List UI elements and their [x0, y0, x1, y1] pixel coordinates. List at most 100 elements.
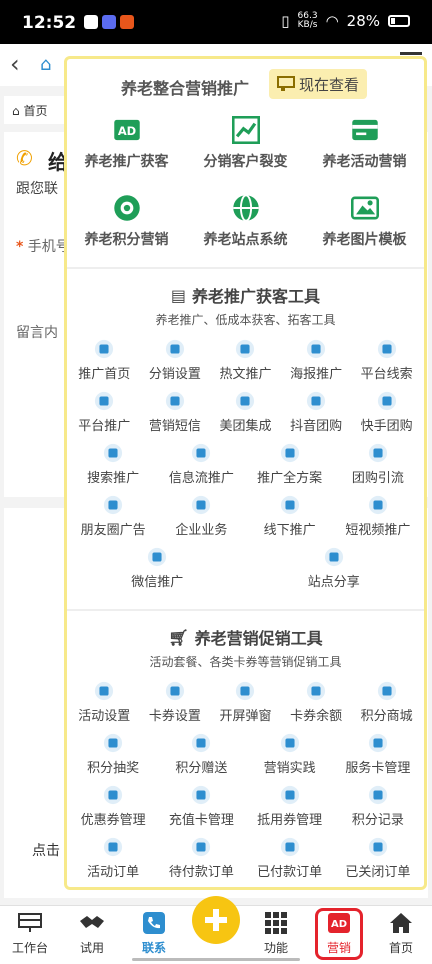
- tools-item-10[interactable]: 搜索推广: [69, 438, 157, 490]
- top-item-3[interactable]: 养老积分营销: [67, 193, 186, 249]
- tool-label: 开屏弹窗: [219, 709, 272, 724]
- tool-icon: [323, 546, 345, 568]
- promo-item-9[interactable]: 优惠券管理: [69, 780, 157, 832]
- promo-item-5[interactable]: 积分抽奖: [69, 728, 157, 780]
- tools-item-15[interactable]: 企业业务: [157, 490, 245, 542]
- promo-item-10[interactable]: 充值卡管理: [157, 780, 245, 832]
- nav-contact[interactable]: 联系: [124, 911, 184, 956]
- top-item-label: 分销客户裂变: [203, 154, 288, 170]
- promo-item-12[interactable]: 积分记录: [334, 780, 422, 832]
- tools-item-6[interactable]: 营销短信: [140, 386, 211, 438]
- promo-title: 养老营销促销工具: [194, 629, 323, 648]
- tools-item-4[interactable]: 平台线索: [351, 334, 422, 386]
- nav-home[interactable]: 首页: [371, 911, 431, 956]
- tools-item-2[interactable]: 热文推广: [210, 334, 281, 386]
- promo-item-4[interactable]: 积分商城: [351, 676, 422, 728]
- tools-item-9[interactable]: 快手团购: [351, 386, 422, 438]
- top-item-1[interactable]: 分销客户裂变: [186, 115, 305, 171]
- tools-item-17[interactable]: 短视频推广: [334, 490, 422, 542]
- gesture-handle: [132, 958, 300, 961]
- tool-label: 抵用券管理: [257, 813, 323, 828]
- nav-workbench-label: 工作台: [11, 941, 48, 955]
- tool-icon: [367, 836, 389, 858]
- tool-icon: [367, 494, 389, 516]
- promo-item-16[interactable]: 已关闭订单: [334, 832, 422, 884]
- tool-icon: [305, 680, 327, 702]
- top-item-2[interactable]: 养老活动营销: [305, 115, 424, 171]
- tools-item-13[interactable]: 团购引流: [334, 438, 422, 490]
- promo-item-2[interactable]: 开屏弹窗: [210, 676, 281, 728]
- tool-label: 待付款订单: [168, 865, 234, 880]
- view-now-button[interactable]: 现在查看: [269, 69, 367, 99]
- tools-item-14[interactable]: 朋友圈广告: [69, 490, 157, 542]
- tool-label: 美团集成: [219, 419, 272, 434]
- tool-label: 线下推广: [263, 523, 316, 538]
- phone-square-icon: [143, 911, 165, 935]
- top-item-5[interactable]: 养老图片模板: [305, 193, 424, 249]
- tool-label: 活动设置: [78, 709, 131, 724]
- tools-item-3[interactable]: 海报推广: [281, 334, 352, 386]
- phone-icon: ✆: [16, 146, 33, 170]
- tool-icon: [164, 680, 186, 702]
- tools-item-7[interactable]: 美团集成: [210, 386, 281, 438]
- tool-label: 充值卡管理: [168, 813, 234, 828]
- tool-label: 平台线索: [360, 367, 413, 382]
- top-item-0[interactable]: AD 养老推广获客: [67, 115, 186, 171]
- tools-item-8[interactable]: 抖音团购: [281, 386, 352, 438]
- tools-item-5[interactable]: 平台推广: [69, 386, 140, 438]
- tools-item-1[interactable]: 分销设置: [140, 334, 211, 386]
- marketing-highlight-box: [315, 908, 363, 960]
- app-notification-icon: [102, 15, 116, 29]
- tool-label: 推广全方案: [257, 471, 323, 486]
- tool-label: 积分商城: [360, 709, 413, 724]
- tool-label: 团购引流: [351, 471, 404, 486]
- click-text[interactable]: 点击: [32, 840, 60, 860]
- net-speed-unit: KB/s: [297, 20, 318, 30]
- home-icon: [389, 911, 413, 935]
- promo-item-6[interactable]: 积分赠送: [157, 728, 245, 780]
- promo-item-15[interactable]: 已付款订单: [246, 832, 334, 884]
- tools-item-19[interactable]: 站点分享: [246, 542, 423, 594]
- tool-label: 推广首页: [78, 367, 131, 382]
- promo-item-11[interactable]: 抵用券管理: [246, 780, 334, 832]
- ad-icon: AD: [113, 115, 141, 145]
- tool-icon: [376, 390, 398, 412]
- tool-label: 站点分享: [307, 575, 360, 590]
- back-arrow-icon[interactable]: ‹: [10, 50, 20, 78]
- tool-label: 积分抽奖: [87, 761, 140, 776]
- add-button[interactable]: [192, 896, 240, 944]
- newspaper-icon: ▤: [170, 285, 187, 305]
- promo-item-13[interactable]: 活动订单: [69, 832, 157, 884]
- tool-label: 已关闭订单: [345, 865, 411, 880]
- tools-item-16[interactable]: 线下推广: [246, 490, 334, 542]
- tool-icon: [376, 338, 398, 360]
- promo-item-0[interactable]: 活动设置: [69, 676, 140, 728]
- tool-icon: [164, 390, 186, 412]
- tools-item-11[interactable]: 信息流推广: [157, 438, 245, 490]
- nav-features[interactable]: 功能: [246, 911, 306, 956]
- promo-subtitle: 活动套餐、各类卡券等营销促销工具: [149, 655, 342, 669]
- vibrate-icon: ▯: [281, 12, 290, 30]
- grid-icon: [265, 911, 287, 935]
- home-icon[interactable]: ⌂: [40, 54, 51, 75]
- promo-item-3[interactable]: 卡券余额: [281, 676, 352, 728]
- tools-item-12[interactable]: 推广全方案: [246, 438, 334, 490]
- tool-icon: [367, 732, 389, 754]
- tool-icon: [305, 338, 327, 360]
- promo-item-14[interactable]: 待付款订单: [157, 832, 245, 884]
- tool-label: 营销短信: [148, 419, 201, 434]
- nav-workbench[interactable]: 工作台: [0, 911, 60, 956]
- tools-item-0[interactable]: 推广首页: [69, 334, 140, 386]
- promo-item-7[interactable]: 营销实践: [246, 728, 334, 780]
- tool-label: 卡券设置: [148, 709, 201, 724]
- nav-trial[interactable]: 试用: [62, 911, 122, 956]
- tool-icon: [279, 836, 301, 858]
- top-item-4[interactable]: 养老站点系统: [186, 193, 305, 249]
- nav-trial-label: 试用: [79, 941, 104, 955]
- promo-item-1[interactable]: 卡券设置: [140, 676, 211, 728]
- promo-item-8[interactable]: 服务卡管理: [334, 728, 422, 780]
- integrated-marketing-section: 养老整合营销推广 现在查看 AD 养老推广获客 分销客户裂变 养老活动营销 养老…: [67, 59, 424, 267]
- marketing-dropdown-panel: 养老整合营销推广 现在查看 AD 养老推广获客 分销客户裂变 养老活动营销 养老…: [64, 56, 427, 890]
- tools-item-18[interactable]: 微信推广: [69, 542, 246, 594]
- tool-icon: [93, 390, 115, 412]
